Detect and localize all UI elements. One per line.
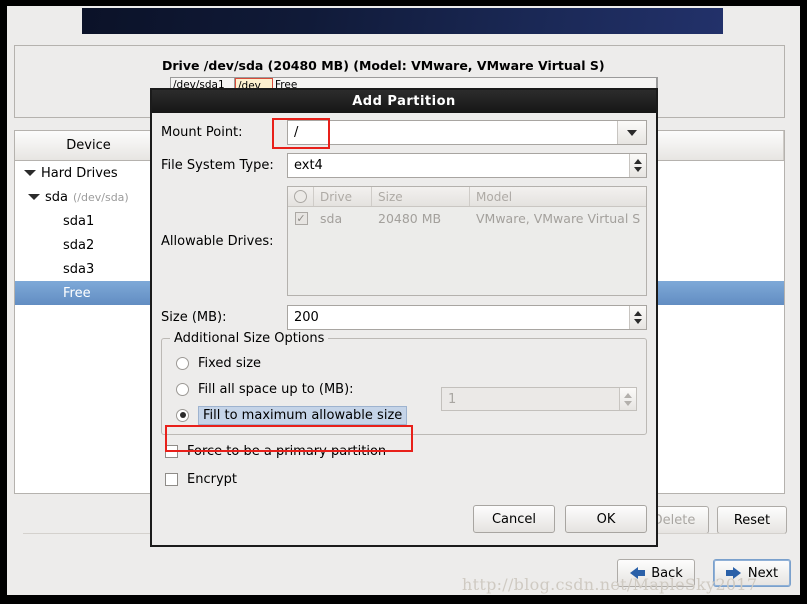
arrow-down-icon [624,400,632,406]
mount-point-row: Mount Point: / [161,120,647,145]
tree-item-label: sda2 [63,237,95,253]
radio-icon-selected[interactable] [176,408,189,422]
fill-up-to-input: 1 [448,391,457,407]
dialog-button-row: Cancel OK [473,505,647,533]
drive-summary-title: Drive /dev/sda (20480 MB) (Model: VMware… [162,58,605,73]
select-all-checkbox[interactable] [294,190,307,203]
allowable-drives-label: Allowable Drives: [161,233,274,249]
size-spinbox[interactable]: 200 [287,305,647,330]
checkbox-encrypt[interactable]: Encrypt [161,467,647,491]
drives-table-header: Drive Size Model [288,187,646,207]
arrow-up-icon [624,392,632,398]
spinner-updown-icon[interactable] [629,154,646,177]
tree-item-label: sda1 [63,213,95,229]
size-row: Size (MB): 200 [161,305,647,330]
mount-point-input[interactable]: / [288,121,617,144]
cell-size: 20480 MB [378,210,442,226]
size-input[interactable]: 200 [288,306,629,329]
tree-item-label: sda3 [63,261,95,277]
chevron-down-icon [627,129,637,136]
mount-point-label: Mount Point: [161,125,243,140]
radio-label: Fixed size [198,355,262,371]
chevron-down-icon[interactable] [23,166,37,180]
installer-window: Drive /dev/sda (20480 MB) (Model: VMware… [7,6,800,595]
tree-item-label: Hard Drives [41,165,118,181]
column-header-select[interactable] [288,187,314,206]
tree-item-devpath: (/dev/sda) [73,190,129,204]
spinner-updown-icon[interactable] [629,306,646,329]
cancel-button[interactable]: Cancel [473,505,555,533]
tree-item-label: Free [63,285,91,301]
cell-model: VMware, VMware Virtual S [476,210,641,226]
column-header-drive[interactable]: Drive [314,187,372,206]
checkbox-label: Force to be a primary partition [187,443,387,459]
additional-size-options-legend: Additional Size Options [170,331,329,346]
watermark-text: http://blog.csdn.net/MapleSky2017 [462,575,758,594]
fill-up-to-spinbox: 1 [441,387,637,411]
arrow-up-icon [634,311,642,316]
filesystem-type-label: File System Type: [161,158,274,173]
filesystem-type-value[interactable]: ext4 [288,154,629,177]
add-partition-dialog: Add Partition Mount Point: / File System… [150,88,658,547]
cell-drive: sda [320,210,343,226]
allowable-drives-table[interactable]: Drive Size Model ✓ sda 20480 MB VMware, … [287,186,647,296]
chevron-down-icon[interactable] [27,190,41,204]
check-icon: ✓ [296,211,306,225]
mount-point-combo[interactable]: / [287,120,647,145]
dialog-title: Add Partition [152,90,656,113]
dialog-body: Mount Point: / File System Type: ext4 Al… [152,113,656,545]
checkbox-icon[interactable] [165,472,178,486]
size-label: Size (MB): [161,310,227,325]
checkbox-icon[interactable] [165,444,178,458]
radio-icon[interactable] [176,382,189,396]
ok-button[interactable]: OK [565,505,647,533]
reset-button[interactable]: Reset [717,506,787,534]
checkbox-label: Encrypt [187,471,237,487]
radio-label: Fill to maximum allowable size [198,405,408,425]
arrow-up-icon [634,159,642,164]
allowable-drives-row: Allowable Drives: Drive Size Model ✓ sda… [161,186,647,296]
filesystem-type-combo[interactable]: ext4 [287,153,647,178]
arrow-down-icon [634,319,642,324]
spinner-updown-icon [619,388,636,410]
mount-point-dropdown-button[interactable] [617,121,646,144]
row-checkbox-cell[interactable]: ✓ [288,211,314,225]
checkbox-force-primary[interactable]: Force to be a primary partition [161,439,647,463]
column-header-device[interactable]: Device [15,131,163,160]
table-row[interactable]: ✓ sda 20480 MB VMware, VMware Virtual S [288,207,646,229]
radio-fixed-size[interactable]: Fixed size [172,351,636,375]
column-header-model[interactable]: Model [470,187,646,206]
installer-banner [82,8,723,34]
tree-item-label: sda [45,189,68,205]
column-header-size[interactable]: Size [372,187,470,206]
drive-checkbox[interactable]: ✓ [294,211,308,225]
filesystem-type-row: File System Type: ext4 [161,153,647,178]
additional-size-options-group: Additional Size Options Fixed size Fill … [161,331,647,435]
arrow-down-icon [634,167,642,172]
radio-label: Fill all space up to (MB): [198,381,354,397]
radio-icon[interactable] [176,356,189,370]
